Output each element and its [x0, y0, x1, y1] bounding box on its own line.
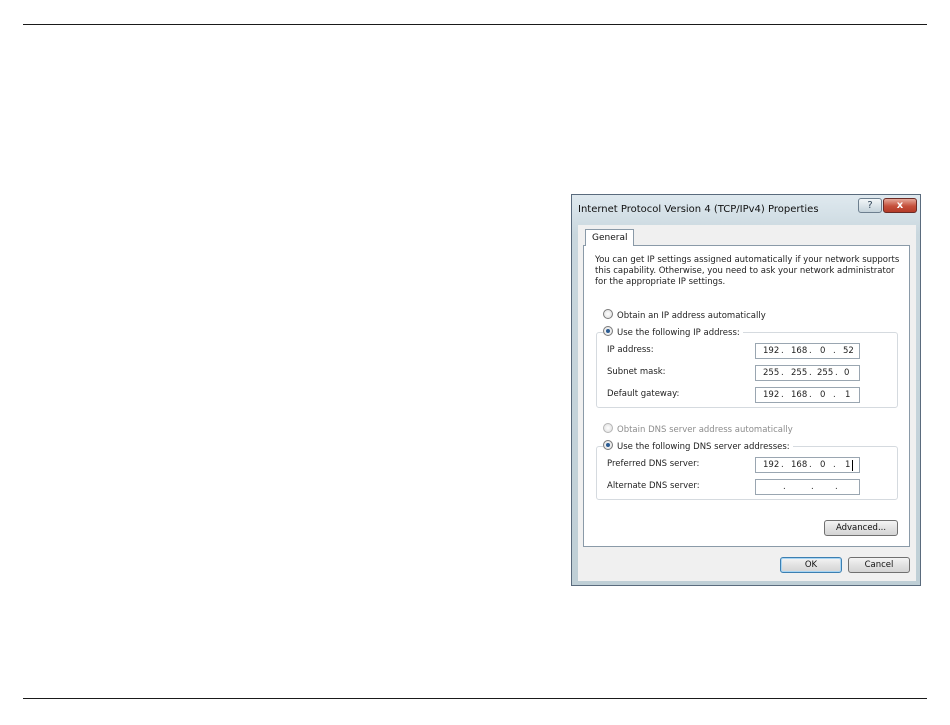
alternate-dns-input[interactable]: . . .: [755, 479, 860, 495]
cancel-button[interactable]: Cancel: [848, 557, 910, 573]
description-text: You can get IP settings assigned automat…: [595, 255, 900, 287]
title-bar[interactable]: Internet Protocol Version 4 (TCP/IPv4) P…: [572, 195, 920, 223]
close-button[interactable]: x: [883, 198, 917, 213]
advanced-button[interactable]: Advanced...: [824, 520, 898, 536]
subnet-row: Subnet mask: 255 . 255 . 255 . 0: [607, 365, 891, 381]
help-icon: ?: [867, 200, 873, 211]
gateway-row: Default gateway: 192 . 168 . 0 . 1: [607, 387, 891, 403]
radio-unchecked-icon: [603, 423, 613, 433]
preferred-dns-input[interactable]: 192 . 168 . 0 . 1: [755, 457, 860, 473]
preferred-dns-row: Preferred DNS server: 192 . 168 . 0 . 1: [607, 457, 891, 473]
help-button[interactable]: ?: [858, 198, 882, 213]
dns-manual-radio[interactable]: Use the following DNS server addresses:: [603, 440, 793, 452]
dialog-body: General You can get IP settings assigned…: [578, 225, 916, 581]
gateway-input[interactable]: 192 . 168 . 0 . 1: [755, 387, 860, 403]
dns-auto-label: Obtain DNS server address automatically: [617, 425, 793, 435]
text-caret: [852, 460, 853, 471]
tab-general[interactable]: General: [585, 229, 635, 246]
ip-address-input[interactable]: 192 . 168 . 0 . 52: [755, 343, 860, 359]
bottom-rule: [23, 698, 927, 699]
alternate-dns-label: Alternate DNS server:: [607, 481, 700, 491]
radio-checked-icon: [603, 440, 613, 450]
ip-manual-label: Use the following IP address:: [617, 328, 740, 338]
ip-address-label: IP address:: [607, 345, 654, 355]
dialog-title: Internet Protocol Version 4 (TCP/IPv4) P…: [578, 204, 819, 215]
subnet-input[interactable]: 255 . 255 . 255 . 0: [755, 365, 860, 381]
dns-auto-radio[interactable]: Obtain DNS server address automatically: [603, 423, 793, 435]
subnet-label: Subnet mask:: [607, 367, 666, 377]
ip-auto-radio[interactable]: Obtain an IP address automatically: [603, 309, 766, 321]
preferred-dns-label: Preferred DNS server:: [607, 459, 700, 469]
alternate-dns-row: Alternate DNS server: . . .: [607, 479, 891, 495]
tcpip-properties-dialog: Internet Protocol Version 4 (TCP/IPv4) P…: [571, 194, 921, 586]
close-icon: x: [896, 200, 904, 211]
ip-address-row: IP address: 192 . 168 . 0 . 52: [607, 343, 891, 359]
radio-checked-icon: [603, 326, 613, 336]
ok-button[interactable]: OK: [780, 557, 842, 573]
ip-auto-label: Obtain an IP address automatically: [617, 311, 766, 321]
general-panel: You can get IP settings assigned automat…: [583, 245, 910, 547]
ip-manual-radio[interactable]: Use the following IP address:: [603, 326, 743, 338]
ip-settings-group: IP address: 192 . 168 . 0 . 52 Subnet ma…: [596, 332, 898, 408]
radio-unchecked-icon: [603, 309, 613, 319]
top-rule: [23, 24, 927, 25]
gateway-label: Default gateway:: [607, 389, 680, 399]
dns-settings-group: Preferred DNS server: 192 . 168 . 0 . 1 …: [596, 446, 898, 500]
dns-manual-label: Use the following DNS server addresses:: [617, 442, 790, 452]
